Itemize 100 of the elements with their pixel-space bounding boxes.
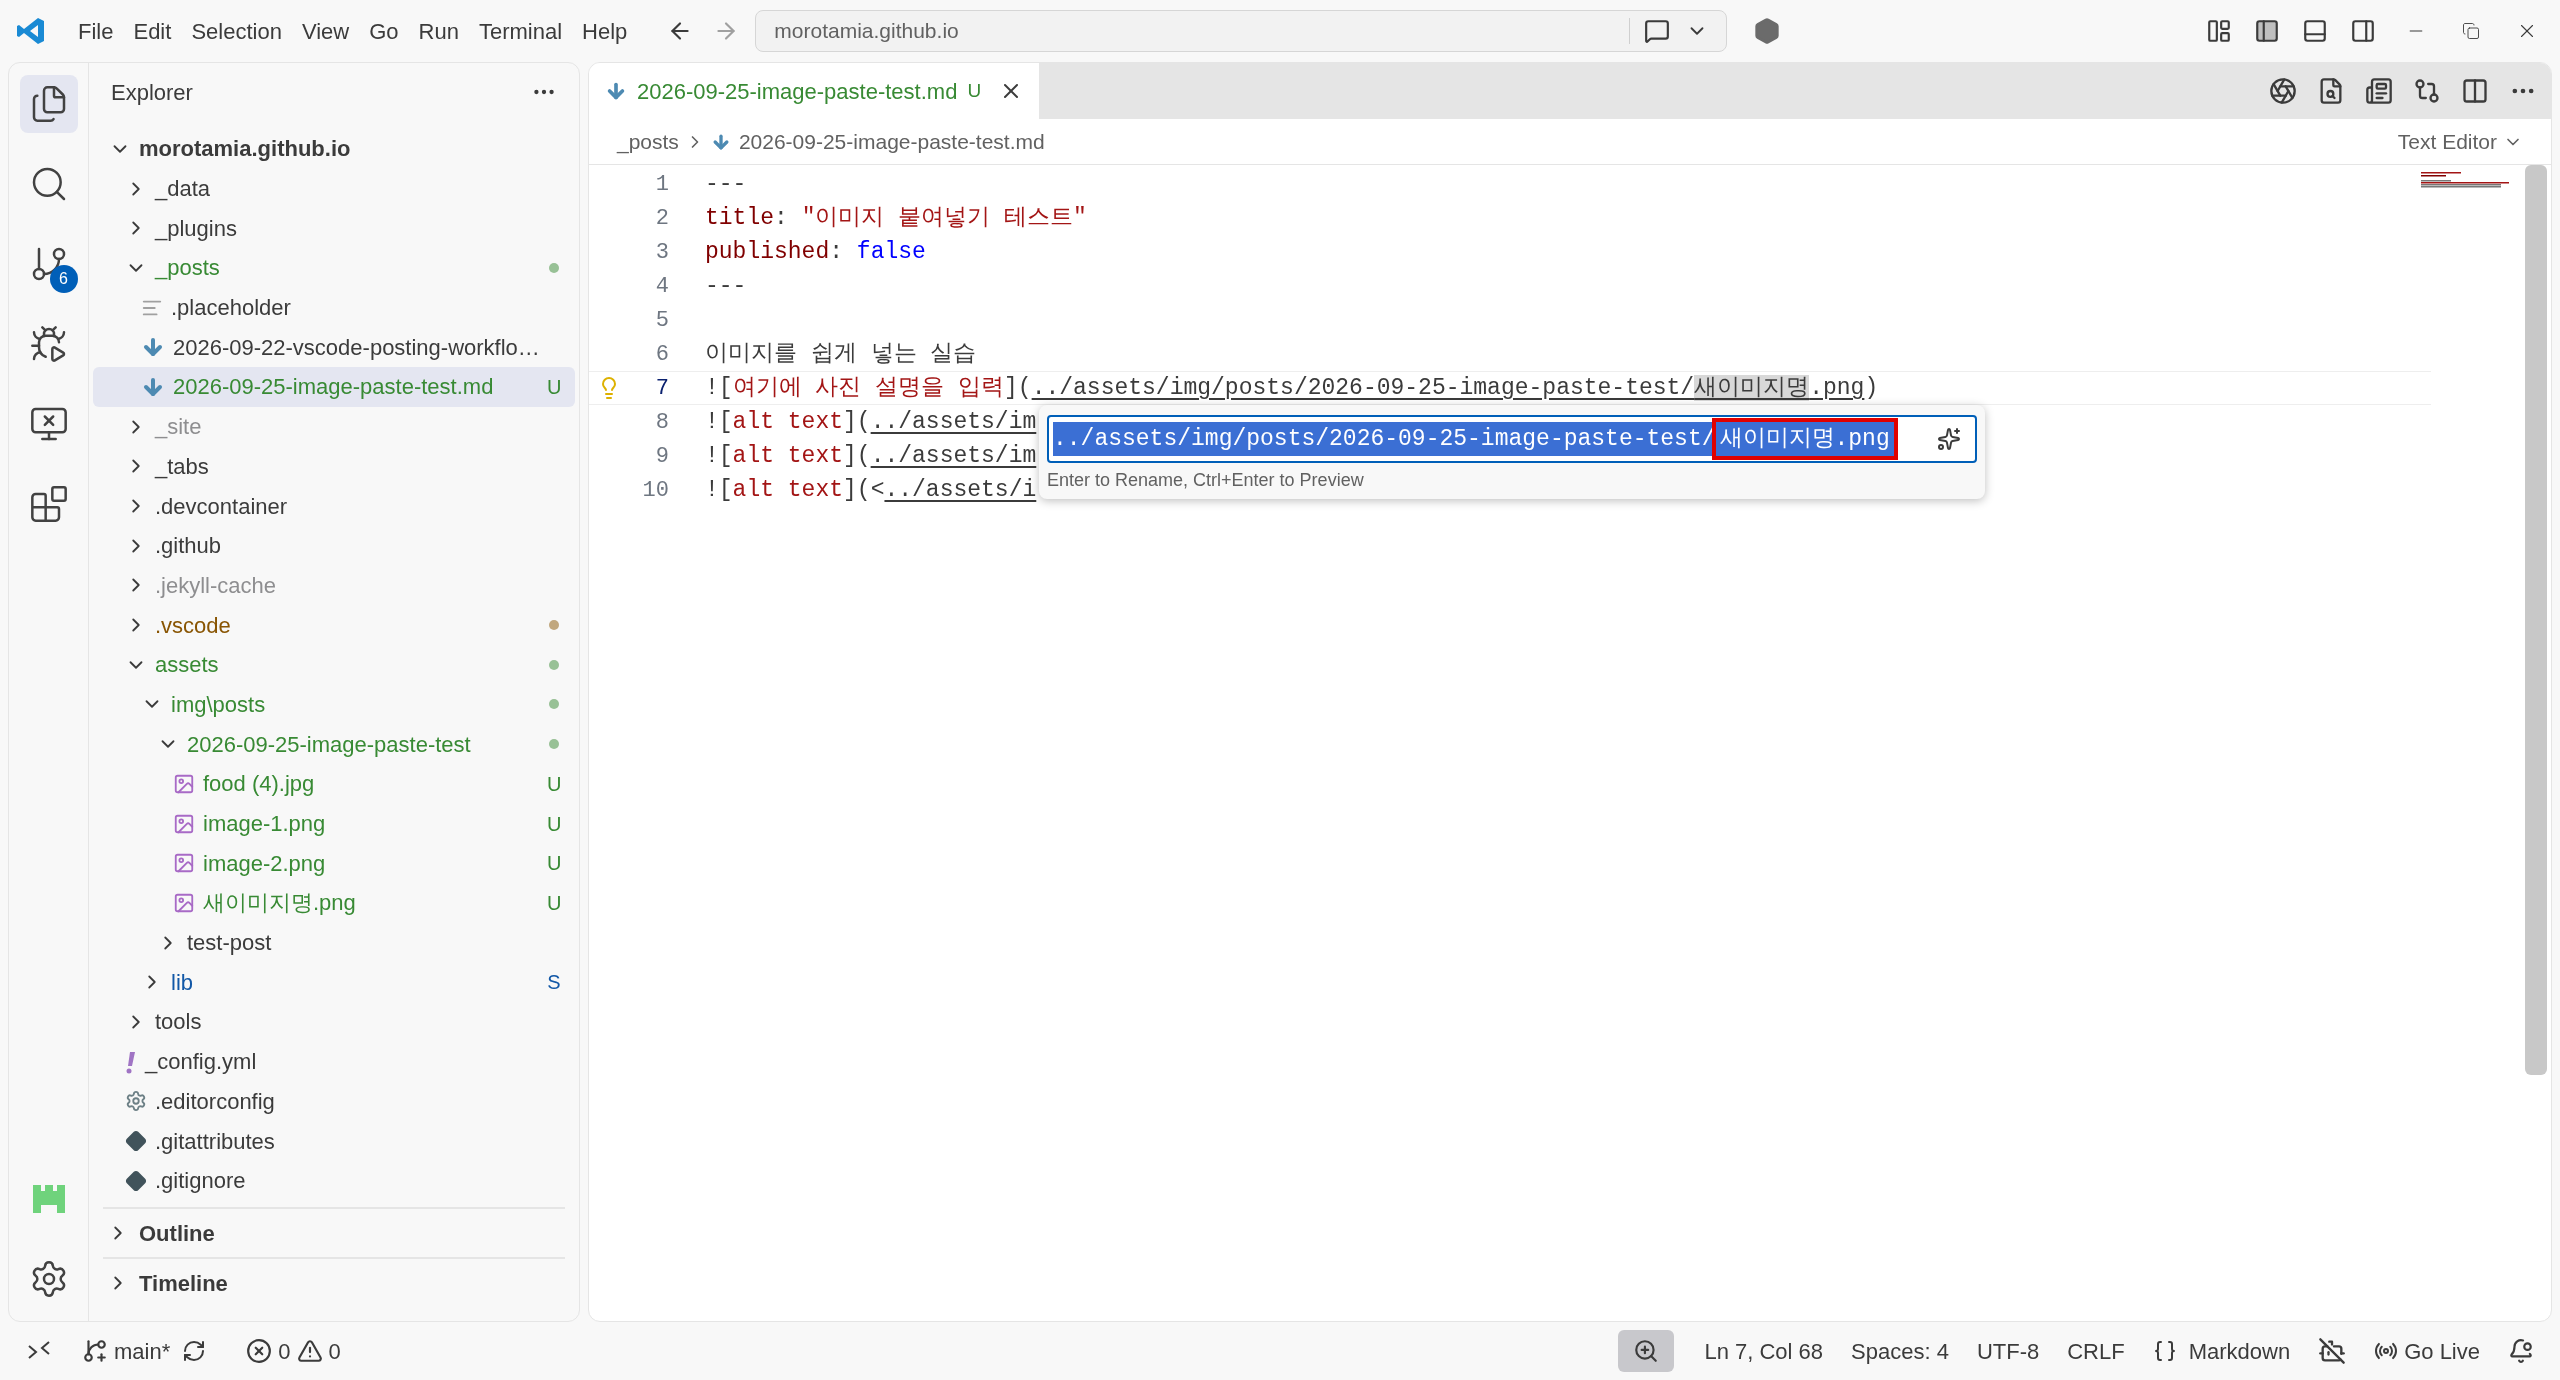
command-center-field[interactable]: morotamia.github.io	[755, 10, 1728, 52]
scrollbar-thumb[interactable]	[2525, 165, 2547, 1075]
chat-icon[interactable]	[1644, 18, 1671, 44]
error-icon	[246, 1338, 273, 1364]
tree-item[interactable]: .gitignore	[93, 1160, 575, 1201]
menu-item[interactable]: Selection	[181, 11, 292, 51]
go-live-button[interactable]: Go Live	[2374, 1334, 2480, 1368]
menu-item[interactable]: Terminal	[468, 11, 573, 51]
menu-item[interactable]: Run	[408, 11, 469, 51]
language-mode[interactable]: Markdown	[2152, 1334, 2291, 1368]
tree-item[interactable]: morotamia.github.io	[93, 129, 575, 169]
breadcrumb-item[interactable]: _posts	[617, 125, 679, 158]
line-number: 10	[641, 476, 669, 505]
tree-item[interactable]: 2026-09-25-image-paste-test.md U	[93, 367, 575, 407]
problems-status[interactable]: 0 0	[246, 1334, 341, 1368]
section-header[interactable]: Timeline	[103, 1257, 565, 1307]
bell-icon[interactable]	[2508, 1338, 2534, 1364]
exclamation-icon	[125, 1049, 137, 1074]
tree-item[interactable]: _plugins	[93, 208, 575, 249]
image-file-icon	[173, 891, 195, 914]
tree-item[interactable]: image-2.png U	[93, 843, 575, 884]
git-status-label: U	[547, 374, 561, 400]
sidebar-title: Explorer	[111, 78, 194, 107]
panel-left-icon[interactable]	[2254, 18, 2280, 44]
vscode-logo	[16, 16, 46, 46]
sparkle-icon[interactable]	[1937, 427, 1961, 451]
status-item[interactable]: Spaces: 4	[1851, 1334, 1949, 1368]
hexagon-icon[interactable]	[1753, 17, 1782, 45]
layout-icon[interactable]	[2206, 18, 2232, 44]
braces-icon	[2152, 1339, 2177, 1363]
tree-item[interactable]: 2026-09-25-image-paste-test	[93, 724, 575, 764]
tree-item[interactable]: assets	[93, 644, 575, 685]
code-line: ![alt text](../assets/im	[705, 441, 1037, 471]
code-line: ---	[705, 271, 747, 301]
tree-item[interactable]: _config.yml	[93, 1041, 575, 1082]
tree-item[interactable]: test-post	[93, 922, 575, 963]
tree-item[interactable]: 2026-09-22-vscode-posting-workflo…	[93, 327, 575, 368]
line-number: 1	[654, 170, 669, 199]
git-status-label: U	[967, 78, 982, 103]
tree-item[interactable]: .editorconfig	[93, 1081, 575, 1122]
restore-icon[interactable]	[2462, 22, 2480, 40]
view-mode-selector[interactable]: Text Editor	[2397, 125, 2523, 158]
line-number: 8	[654, 408, 669, 437]
menu-item[interactable]: View	[291, 11, 360, 51]
status-item[interactable]: UTF-8	[1976, 1334, 2040, 1368]
warning-icon	[296, 1338, 323, 1364]
warning-count: 0	[328, 1337, 341, 1366]
status-item[interactable]: Ln 7, Col 68	[1704, 1334, 1824, 1368]
tree-item[interactable]: lib S	[93, 962, 575, 1003]
status-item[interactable]: CRLF	[2067, 1334, 2125, 1368]
tree-item[interactable]: tools	[93, 1002, 575, 1042]
panel-bottom-icon[interactable]	[2302, 18, 2328, 44]
tree-item[interactable]: img\posts	[93, 684, 575, 725]
robot-off-icon[interactable]	[2318, 1337, 2347, 1365]
branch-icon	[82, 1338, 108, 1364]
activity-item[interactable]: 6	[19, 235, 78, 293]
compare-icon[interactable]	[2413, 77, 2441, 105]
zoom-button[interactable]	[1618, 1330, 1675, 1372]
line-number: 9	[654, 442, 669, 471]
menu-item[interactable]: Go	[359, 11, 409, 51]
tree-item[interactable]: .github	[93, 525, 575, 566]
editor-tab[interactable]: 2026-09-25-image-paste-test.md U	[589, 63, 1040, 119]
tree-item[interactable]: .devcontainer	[93, 486, 575, 526]
tree-item[interactable]: .placeholder	[93, 287, 575, 328]
tree-item[interactable]: food (4).jpg U	[93, 764, 575, 804]
gear-icon	[125, 1090, 147, 1113]
image-file-icon	[173, 772, 195, 795]
tree-item[interactable]: 새이미지명.png U	[93, 883, 575, 923]
error-count: 0	[278, 1337, 291, 1366]
breadcrumb-item[interactable]: 2026-09-25-image-paste-test.md	[738, 125, 1045, 158]
split-editor-icon[interactable]	[2461, 77, 2489, 105]
sync-icon[interactable]	[182, 1339, 207, 1363]
tree-item[interactable]: image-1.png U	[93, 803, 575, 844]
branch-status[interactable]: main*	[82, 1334, 171, 1368]
image-file-icon	[173, 812, 195, 835]
tree-item[interactable]: _tabs	[93, 446, 575, 487]
code-line: ---	[705, 169, 747, 199]
menu-item[interactable]: Edit	[123, 11, 182, 51]
git-diamond-icon	[125, 1169, 147, 1192]
tree-item[interactable]: _data	[93, 168, 575, 209]
git-status-label: U	[547, 811, 561, 837]
line-number: 5	[654, 306, 669, 335]
preview-icon[interactable]	[2365, 77, 2393, 105]
git-status-label: U	[547, 851, 561, 877]
section-header[interactable]: Outline	[103, 1207, 565, 1257]
image-file-icon	[173, 852, 195, 875]
tree-item[interactable]: _posts	[93, 248, 575, 288]
menu-item[interactable]: Help	[572, 11, 638, 51]
code-line: published: false	[705, 237, 926, 267]
tree-item[interactable]: .gitattributes	[93, 1121, 575, 1161]
tree-item[interactable]: .vscode	[93, 605, 575, 645]
line-number: 3	[654, 238, 669, 267]
activity-item[interactable]	[19, 75, 78, 133]
line-number: 7	[654, 374, 669, 403]
code-line: ![alt text](<../assets/i	[705, 475, 1037, 505]
panel-right-icon[interactable]	[2350, 18, 2376, 44]
code-line: ![여기에 사진 설명을 입력](../assets/img/posts/2026-09-25-image-paste-test/새이미지명.png)	[705, 373, 1879, 403]
menu-item[interactable]: File	[68, 11, 124, 51]
code-line: ![alt text](../assets/im	[705, 407, 1037, 437]
rename-field[interactable]: ../assets/img/posts/2026-09-25-image-paste-test/ 새이미지명.png	[1047, 415, 1977, 463]
